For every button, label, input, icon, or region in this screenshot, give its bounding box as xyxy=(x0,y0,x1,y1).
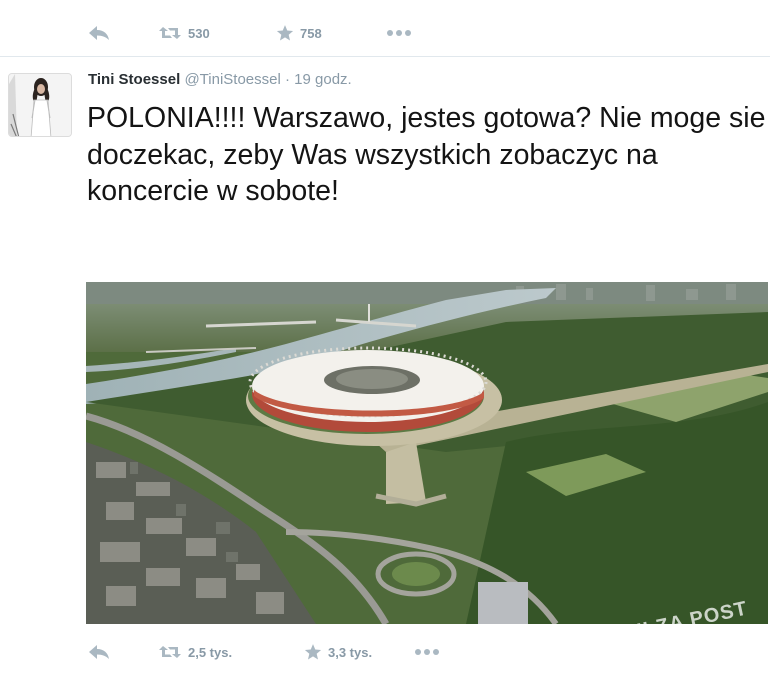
retweet-icon xyxy=(159,27,181,39)
more-button[interactable] xyxy=(386,29,412,37)
tweet-actions: 2,5 tys. 3,3 tys. xyxy=(88,639,440,665)
star-icon xyxy=(276,25,294,41)
avatar-image xyxy=(9,74,71,136)
more-button[interactable] xyxy=(414,648,440,656)
author-name[interactable]: Tini Stoessel xyxy=(88,71,180,88)
more-icon xyxy=(387,30,411,36)
stadium-aerial-photo xyxy=(86,282,768,624)
reply-button[interactable] xyxy=(88,25,158,41)
reply-icon xyxy=(89,26,109,40)
favorite-button[interactable]: 3,3 tys. xyxy=(304,643,414,661)
retweet-count: 2,5 tys. xyxy=(188,644,233,660)
tweet-divider xyxy=(0,56,770,57)
tweet-text: POLONIA!!!! Warszawo, jestes gotowa? Nie… xyxy=(87,102,766,207)
retweet-button[interactable]: 530 xyxy=(158,25,276,41)
author-handle[interactable]: @TiniStoessel xyxy=(184,71,280,88)
retweet-count: 530 xyxy=(188,25,210,41)
tweet-time[interactable]: 19 godz. xyxy=(294,71,352,88)
favorite-button[interactable]: 758 xyxy=(276,24,386,42)
star-icon xyxy=(304,644,322,660)
prev-tweet-actions: 530 758 xyxy=(88,20,412,46)
retweet-icon xyxy=(159,646,181,658)
tweet-header: Tini Stoessel @TiniStoessel · 19 godz. xyxy=(88,71,352,88)
reply-button[interactable] xyxy=(88,644,158,660)
reply-icon xyxy=(89,645,109,659)
favorite-count: 3,3 tys. xyxy=(328,644,373,660)
more-icon xyxy=(415,649,439,655)
retweet-button[interactable]: 2,5 tys. xyxy=(158,644,304,660)
time-separator: · xyxy=(284,71,290,88)
tweet-photo[interactable]: PLOTKI ZA POST xyxy=(86,282,768,624)
avatar[interactable] xyxy=(8,73,72,137)
favorite-count: 758 xyxy=(300,25,322,41)
